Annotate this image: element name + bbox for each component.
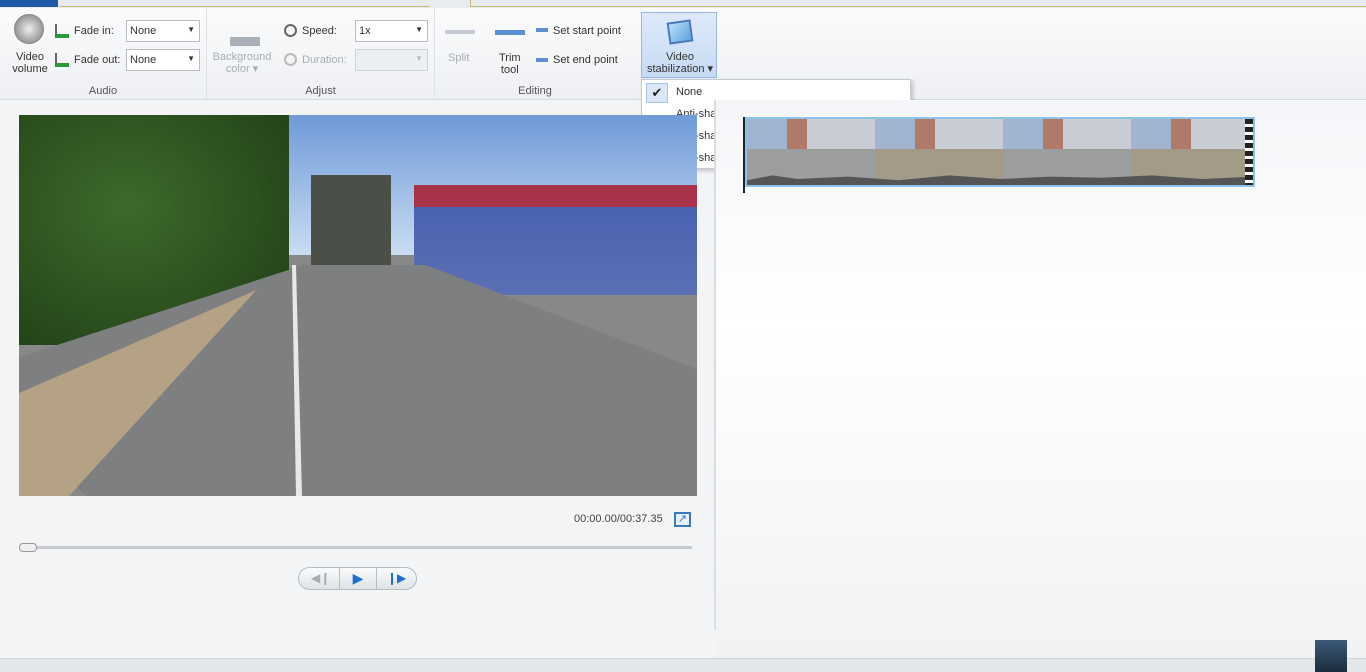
video-stabilization-label: Video stabilization ▾: [646, 51, 714, 75]
timeline-clip[interactable]: [745, 117, 1255, 187]
menu-item-none[interactable]: None: [676, 86, 702, 98]
title-tab-strip: [0, 0, 1366, 8]
seek-thumb[interactable]: [19, 543, 37, 552]
stopwatch-icon: [284, 24, 297, 37]
fade-in-label: Fade in:: [74, 25, 114, 37]
adjust-group: Background color ▾ Speed: 1x ▼ Duration: …: [207, 8, 435, 100]
set-end-point-button[interactable]: Set end point: [553, 54, 618, 66]
fade-in-icon: [55, 24, 69, 38]
status-bar: [0, 658, 1366, 672]
checkmark-icon: ✔: [646, 83, 668, 103]
play-button[interactable]: ▶: [339, 567, 377, 590]
chevron-down-icon: ▼: [187, 25, 195, 34]
fade-in-select[interactable]: None ▼: [126, 20, 200, 42]
stabilization-icon: [666, 19, 694, 45]
duration-label: Duration:: [302, 54, 347, 66]
seek-bar[interactable]: [20, 546, 692, 549]
speed-select[interactable]: 1x ▼: [355, 20, 428, 42]
webcam-overlay: [1315, 640, 1347, 672]
clip-thumbnails: [747, 119, 1253, 149]
fade-out-icon: [55, 53, 69, 67]
background-color-button[interactable]: Background color ▾: [207, 51, 277, 75]
title-bar: [470, 0, 1366, 7]
chevron-down-icon: ▼: [415, 25, 423, 34]
file-tab[interactable]: [0, 0, 58, 7]
set-start-point-button[interactable]: Set start point: [553, 25, 621, 37]
speaker-icon[interactable]: [14, 14, 44, 44]
fade-out-label: Fade out:: [74, 54, 121, 66]
duration-select[interactable]: ▼: [355, 49, 428, 71]
playback-time: 00:00.00/00:37.35: [574, 513, 663, 525]
chevron-down-icon: ▼: [415, 54, 423, 63]
duration-icon: [284, 53, 297, 66]
fade-out-value: None: [130, 54, 157, 66]
fullscreen-icon[interactable]: ↗: [674, 512, 691, 527]
paint-bucket-icon: [230, 16, 260, 46]
trim-tool-button[interactable]: Trim tool: [499, 52, 521, 76]
video-stabilization-button[interactable]: Video stabilization ▾: [641, 12, 717, 78]
speed-label: Speed:: [302, 25, 337, 37]
film-strip-edge: [1245, 119, 1253, 185]
previous-frame-button[interactable]: ◀❙: [311, 571, 330, 585]
video-preview[interactable]: [19, 115, 697, 496]
trim-icon: [495, 30, 525, 35]
audio-group-label: Audio: [88, 85, 118, 97]
fade-out-select[interactable]: None ▼: [126, 49, 200, 71]
set-end-icon: [536, 58, 548, 62]
split-button[interactable]: Split: [448, 52, 469, 64]
editing-group-label: Editing: [518, 85, 552, 97]
fade-in-value: None: [130, 25, 157, 37]
playback-controls: ◀❙ ▶ ❙▶: [298, 567, 417, 590]
next-frame-button[interactable]: ❙▶: [387, 571, 406, 585]
split-icon: [445, 30, 475, 34]
audio-group: Video volume Fade in: None ▼ Fade out: No…: [0, 8, 207, 100]
ribbon-tabs: [60, 0, 430, 7]
editing-group: Split Trim tool Set start point Set end …: [435, 8, 635, 100]
adjust-group-label: Adjust: [305, 85, 336, 97]
set-start-icon: [536, 28, 548, 32]
truck: [311, 175, 391, 270]
playhead[interactable]: [743, 117, 745, 193]
video-volume-button[interactable]: Video volume: [8, 51, 52, 75]
chevron-down-icon: ▼: [187, 54, 195, 63]
speed-value: 1x: [359, 25, 371, 37]
